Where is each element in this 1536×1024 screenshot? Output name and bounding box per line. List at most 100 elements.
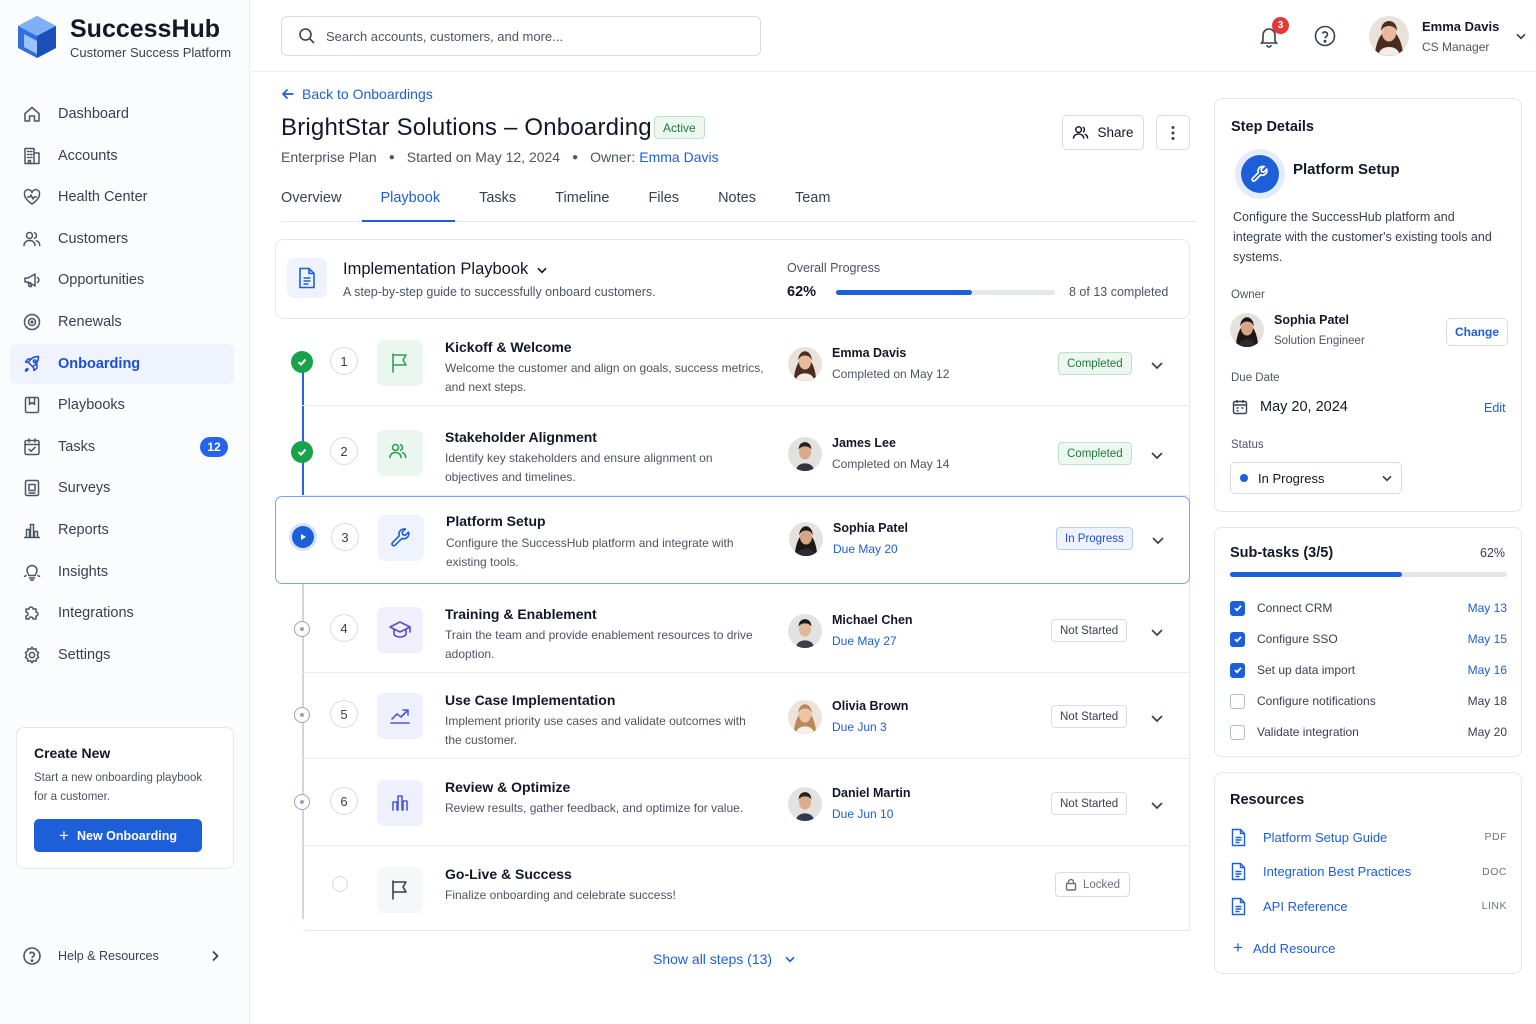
sidebar-item-reports[interactable]: Reports <box>10 510 234 550</box>
avatar <box>789 521 823 556</box>
playbook-step[interactable]: Go-Live & Success Finalize onboarding and… <box>302 846 1190 933</box>
back-to-onboardings-link[interactable]: Back to Onboardings <box>281 86 433 102</box>
subtask-checkbox[interactable] <box>1230 631 1245 647</box>
subtask-label: Connect CRM <box>1257 601 1333 615</box>
sidebar-item-customers[interactable]: Customers <box>10 219 234 259</box>
resource-type: PDF <box>1484 831 1507 843</box>
chevron-down-icon[interactable] <box>1150 532 1166 548</box>
subtask-checkbox[interactable] <box>1230 724 1245 740</box>
onboarding-meta: Enterprise Plan ● Started on May 12, 202… <box>281 149 719 165</box>
sidebar-item-dashboard[interactable]: Dashboard <box>10 94 234 134</box>
sidebar-item-settings[interactable]: Settings <box>10 635 234 675</box>
sidebar-item-playbooks[interactable]: Playbooks <box>10 385 234 425</box>
sidebar-item-label: Settings <box>58 646 111 663</box>
tab-notes[interactable]: Notes <box>718 178 756 221</box>
create-new-title: Create New <box>34 745 111 761</box>
sidebar-item-onboarding[interactable]: Onboarding <box>10 343 234 384</box>
sidebar-item-opportunities[interactable]: Opportunities <box>10 260 234 300</box>
step-assignee: James Lee Completed on May 14 <box>788 436 949 471</box>
subtasks-panel: Sub-tasks (3/5) 62% Connect CRM May 13 Con… <box>1214 527 1522 757</box>
sidebar-item-accounts[interactable]: Accounts <box>10 136 234 176</box>
sidebar-item-renewals[interactable]: Renewals <box>10 302 234 342</box>
avatar <box>788 436 822 471</box>
step-status-label: Not Started <box>1060 624 1119 637</box>
step-number: 5 <box>330 700 358 728</box>
sidebar-item-health-center[interactable]: Health Center <box>10 177 234 217</box>
megaphone-icon <box>22 270 42 290</box>
home-icon <box>22 104 42 124</box>
avatar <box>788 613 822 648</box>
playbook-step[interactable]: 1 Kickoff & Welcome Welcome the customer a… <box>291 319 1190 406</box>
lock-icon <box>1065 878 1083 891</box>
owner-avatar <box>1230 313 1264 347</box>
playbook-title: Implementation Playbook <box>343 260 529 278</box>
tab-playbook[interactable]: Playbook <box>362 178 455 222</box>
search-input[interactable] <box>326 28 726 44</box>
user-menu[interactable]: Emma Davis CS Manager <box>1369 16 1527 56</box>
playbook-step[interactable]: 3 Platform Setup Configure the SuccessHub … <box>275 496 1190 584</box>
user-name: Emma Davis <box>1422 18 1500 34</box>
step-status-label: Not Started <box>1060 710 1119 723</box>
subtask-checkbox[interactable] <box>1230 600 1245 616</box>
separator-dot: ● <box>388 151 395 163</box>
tab-overview[interactable]: Overview <box>281 178 341 221</box>
playbook-step[interactable]: 4 Training & Enablement Train the team and… <box>294 586 1190 673</box>
tab-timeline[interactable]: Timeline <box>555 178 609 221</box>
tab-tasks[interactable]: Tasks <box>479 178 516 221</box>
chevron-down-icon[interactable] <box>1149 710 1165 726</box>
resource-link[interactable]: Platform Setup Guide PDF <box>1230 827 1507 847</box>
tab-team[interactable]: Team <box>795 178 830 221</box>
sidebar-item-insights[interactable]: Insights <box>10 552 234 592</box>
due-date: May 20, 2024 <box>1232 399 1348 415</box>
logo-icon <box>18 16 56 58</box>
resource-link[interactable]: API Reference LINK <box>1230 896 1507 916</box>
step-details-description: Configure the SuccessHub platform and in… <box>1233 210 1492 264</box>
playbook-step[interactable]: 2 Stakeholder Alignment Identify key stake… <box>291 409 1190 496</box>
subtask-checkbox[interactable] <box>1230 693 1245 709</box>
chevron-down-icon <box>537 267 547 274</box>
sidebar-item-tasks[interactable]: Tasks 12 <box>10 427 234 467</box>
sidebar-item-label: Playbooks <box>58 397 125 414</box>
resource-link[interactable]: Integration Best Practices DOC <box>1230 862 1507 882</box>
users-icon <box>1073 126 1089 139</box>
change-owner-button[interactable]: Change <box>1446 318 1508 346</box>
show-all-steps-button[interactable]: Show all steps (13) <box>653 951 796 967</box>
tab-files[interactable]: Files <box>648 178 679 221</box>
owner-link[interactable]: Emma Davis <box>639 149 718 165</box>
chevron-down-icon[interactable] <box>1149 624 1165 640</box>
search-box[interactable] <box>281 16 761 56</box>
check-circle-icon <box>291 441 313 463</box>
avatar <box>788 786 822 821</box>
brand[interactable]: SuccessHub Customer Success Platform <box>16 14 231 60</box>
step-title: Use Case Implementation <box>445 692 616 708</box>
more-options-button[interactable] <box>1156 115 1190 150</box>
puzzle-icon <box>22 603 42 623</box>
sidebar-item-surveys[interactable]: Surveys <box>10 468 234 508</box>
owner-name: Sophia Patel <box>1274 313 1350 327</box>
step-number: 6 <box>330 787 358 815</box>
document-icon <box>1230 862 1263 881</box>
help-resources-link[interactable]: Help & Resources <box>22 946 222 966</box>
sidebar-item-label: Renewals <box>58 313 122 330</box>
new-onboarding-button[interactable]: + New Onboarding <box>34 819 202 852</box>
owner-role: Solution Engineer <box>1274 335 1365 347</box>
chevron-down-icon[interactable] <box>1149 797 1165 813</box>
chevron-down-icon[interactable] <box>1149 357 1165 373</box>
edit-due-date-link[interactable]: Edit <box>1484 401 1506 415</box>
step-details-name: Platform Setup <box>1293 161 1400 178</box>
sidebar-item-label: Customers <box>58 230 129 247</box>
add-resource-button[interactable]: + Add Resource <box>1233 938 1335 958</box>
step-title: Kickoff & Welcome <box>445 339 572 355</box>
chevron-down-icon[interactable] <box>1149 447 1165 463</box>
status-select[interactable]: In Progress <box>1230 462 1402 494</box>
create-new-description: Start a new onboarding playbook for a cu… <box>34 772 203 803</box>
step-title: Training & Enablement <box>445 606 597 622</box>
flag-icon <box>377 867 423 913</box>
sidebar-item-integrations[interactable]: Integrations <box>10 593 234 633</box>
subtask-checkbox[interactable] <box>1230 662 1245 678</box>
help-icon[interactable] <box>1314 25 1336 47</box>
playbook-step[interactable]: 6 Review & Optimize Review results, gather… <box>294 759 1190 846</box>
playbook-step[interactable]: 5 Use Case Implementation Implement priori… <box>294 672 1190 759</box>
playbook-selector[interactable]: Implementation Playbook <box>343 260 548 279</box>
share-button[interactable]: Share <box>1062 115 1144 150</box>
